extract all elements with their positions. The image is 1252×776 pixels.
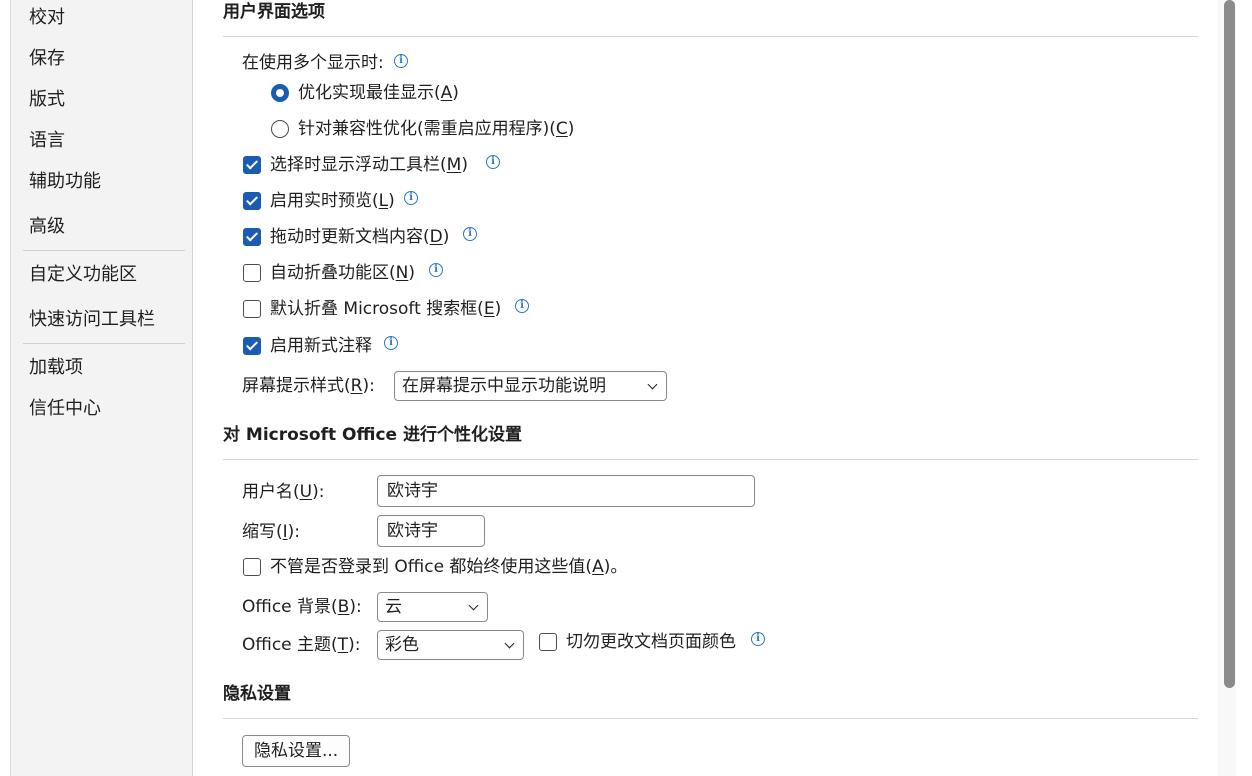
checkbox-live-preview[interactable]	[243, 192, 261, 210]
options-sidebar: 校对 保存 版式 语言 辅助功能 高级 自定义功能区 快速访问工具栏 加载项 信…	[10, 0, 193, 776]
sidebar-item-add-ins[interactable]: 加载项	[29, 357, 83, 379]
checkbox-update-on-drag[interactable]	[243, 228, 261, 246]
info-circle-icon[interactable]: i	[486, 155, 500, 169]
sidebar-item-language[interactable]: 语言	[29, 130, 65, 152]
username-input[interactable]: 欧诗宇	[377, 475, 755, 507]
initials-label: 缩写(I):	[242, 522, 301, 542]
multi-display-label: 在使用多个显示时:	[242, 53, 384, 73]
checkbox-collapse-search[interactable]	[243, 300, 261, 318]
office-theme-value: 彩色	[385, 635, 419, 655]
checkbox-modern-comments-label[interactable]: 启用新式注释	[270, 335, 372, 357]
checkbox-show-mini-toolbar[interactable]	[243, 156, 261, 174]
checkbox-always-use-values[interactable]	[243, 558, 261, 576]
chevron-down-icon	[647, 379, 658, 390]
office-theme-dropdown[interactable]: 彩色	[377, 630, 524, 660]
section-divider	[223, 36, 1198, 37]
sidebar-item-layout[interactable]: 版式	[29, 89, 65, 111]
radio-optimize-compatibility-label[interactable]: 针对兼容性优化(需重启应用程序)(C)	[298, 118, 574, 140]
section-divider	[223, 459, 1198, 460]
sidebar-item-advanced[interactable]: 高级	[29, 216, 65, 238]
sidebar-item-quick-access-toolbar[interactable]: 快速访问工具栏	[29, 309, 155, 331]
section-title-ui-options: 用户界面选项	[223, 2, 325, 22]
section-title-privacy: 隐私设置	[223, 684, 291, 704]
chevron-down-icon	[504, 638, 515, 649]
checkbox-modern-comments[interactable]	[243, 337, 261, 355]
checkbox-collapse-ribbon-label[interactable]: 自动折叠功能区(N)	[270, 262, 415, 284]
info-circle-icon[interactable]: i	[404, 191, 418, 205]
radio-optimize-best-display-label[interactable]: 优化实现最佳显示(A)	[298, 82, 459, 104]
options-main-panel: 用户界面选项 在使用多个显示时: i 优化实现最佳显示(A) 针对兼容性优化(需…	[194, 0, 1218, 776]
office-theme-label: Office 主题(T):	[242, 635, 361, 655]
info-circle-icon[interactable]: i	[751, 632, 765, 646]
checkbox-never-change-page-color[interactable]	[539, 633, 557, 651]
checkbox-show-mini-toolbar-label[interactable]: 选择时显示浮动工具栏(M)	[270, 154, 468, 176]
checkbox-always-use-values-label[interactable]: 不管是否登录到 Office 都始终使用这些值(A)。	[270, 556, 627, 578]
checkbox-collapse-search-label[interactable]: 默认折叠 Microsoft 搜索框(E)	[270, 298, 501, 320]
username-label: 用户名(U):	[242, 482, 325, 502]
sidebar-divider	[23, 343, 185, 344]
screentip-style-dropdown[interactable]: 在屏幕提示中显示功能说明	[394, 371, 667, 401]
checkbox-update-on-drag-label[interactable]: 拖动时更新文档内容(D)	[270, 226, 449, 248]
info-circle-icon[interactable]: i	[515, 299, 529, 313]
screentip-style-value: 在屏幕提示中显示功能说明	[402, 376, 606, 396]
radio-optimize-best-display[interactable]	[271, 84, 289, 102]
sidebar-item-proofing[interactable]: 校对	[29, 7, 65, 29]
sidebar-item-save[interactable]: 保存	[29, 48, 65, 70]
initials-input[interactable]: 欧诗宇	[377, 515, 485, 547]
checkbox-live-preview-label[interactable]: 启用实时预览(L)	[270, 190, 395, 212]
chevron-down-icon	[468, 600, 479, 611]
office-background-value: 云	[385, 597, 402, 617]
sidebar-item-customize-ribbon[interactable]: 自定义功能区	[29, 264, 137, 286]
sidebar-divider	[23, 250, 185, 251]
sidebar-item-trust-center[interactable]: 信任中心	[29, 398, 101, 420]
info-circle-icon[interactable]: i	[463, 227, 477, 241]
screentip-style-label: 屏幕提示样式(R):	[242, 376, 375, 396]
info-circle-icon[interactable]: i	[384, 336, 398, 350]
section-divider	[223, 718, 1198, 719]
info-circle-icon[interactable]: i	[429, 263, 443, 277]
office-background-label: Office 背景(B):	[242, 597, 362, 617]
scrollbar-thumb[interactable]	[1224, 0, 1235, 688]
office-background-dropdown[interactable]: 云	[377, 592, 488, 622]
checkbox-collapse-ribbon[interactable]	[243, 264, 261, 282]
sidebar-item-accessibility[interactable]: 辅助功能	[29, 171, 101, 193]
section-title-personalize: 对 Microsoft Office 进行个性化设置	[223, 425, 522, 445]
radio-optimize-compatibility[interactable]	[271, 120, 289, 138]
checkbox-never-change-page-color-label[interactable]: 切勿更改文档页面颜色	[566, 631, 736, 653]
info-circle-icon[interactable]: i	[394, 54, 408, 68]
privacy-settings-button[interactable]: 隐私设置...	[242, 735, 351, 767]
